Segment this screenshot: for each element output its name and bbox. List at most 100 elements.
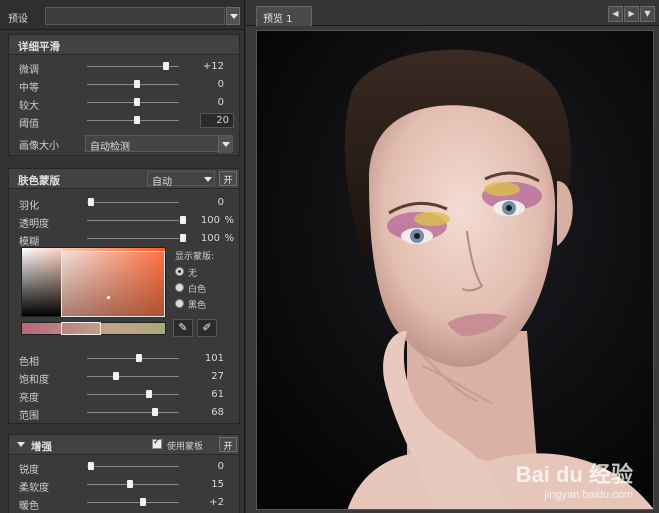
slider-track[interactable]	[87, 462, 179, 470]
radio-label: 黑色	[188, 301, 207, 311]
slider-label: 透明度	[19, 219, 49, 230]
color-picker-marker[interactable]	[107, 296, 110, 299]
threshold-input[interactable]: 20	[200, 113, 234, 128]
watermark-url: jingyan.baidu.com	[544, 489, 633, 501]
slider-track[interactable]	[87, 480, 179, 488]
scroll-left-icon[interactable]: ◀	[608, 6, 623, 22]
slider-label: 暖色	[19, 501, 39, 512]
slider-value: 27	[211, 371, 224, 382]
slider-row-medium: 中等 0	[19, 77, 234, 94]
slider-track[interactable]	[87, 198, 179, 206]
skin-mask-header: 肤色蒙版 自动 开	[9, 169, 239, 189]
detail-smoothing-section: 详细平滑 微调 +12 中等 0 较大 0 阈值 20 画像大小 自动检测	[8, 34, 240, 156]
slider-track[interactable]	[87, 390, 179, 398]
slider-label: 中等	[19, 83, 39, 94]
slider-row-threshold: 阈值 20	[19, 113, 234, 130]
slider-value: 101	[204, 353, 224, 364]
section-title: 详细平滑	[18, 41, 60, 53]
slider-label: 微调	[19, 65, 39, 76]
slider-track[interactable]	[87, 354, 179, 362]
slider-value: 100	[200, 215, 220, 226]
slider-value: 61	[211, 389, 224, 400]
slider-track[interactable]	[87, 80, 179, 88]
preset-bar: 预设	[0, 0, 244, 30]
use-mask-checkbox[interactable]	[152, 437, 162, 449]
slider-track[interactable]	[87, 216, 186, 224]
show-mask-label: 显示蒙版:	[175, 252, 215, 262]
scroll-right-icon[interactable]: ▶	[624, 6, 639, 22]
slider-value: 0	[217, 197, 224, 208]
slider-label: 锐度	[19, 465, 39, 476]
slider-track[interactable]	[87, 98, 179, 106]
radio-label: 白色	[188, 285, 207, 295]
preset-dropdown-arrow[interactable]	[226, 7, 240, 25]
slider-unit: %	[224, 233, 234, 244]
slider-row-sharpness: 锐度 0	[19, 459, 234, 476]
slider-row-blur: 模糊 100 %	[19, 231, 234, 248]
slider-row-feather: 羽化 0	[19, 195, 234, 212]
enhance-header: 增强 使用蒙板 开	[9, 435, 239, 455]
radio-button[interactable]	[175, 299, 184, 308]
slider-value: 100	[200, 233, 220, 244]
enhance-toggle-button[interactable]: 开	[219, 437, 237, 452]
skin-mask-mode-dropdown[interactable]: 自动	[147, 171, 215, 188]
slider-value: +12	[202, 61, 224, 72]
tab-menu-icon[interactable]: ▼	[640, 6, 655, 22]
slider-label: 饱和度	[19, 375, 49, 386]
eyedropper-icon[interactable]: ✎	[173, 319, 193, 337]
skin-mask-toggle-button[interactable]: 开	[219, 171, 237, 186]
slider-track[interactable]	[87, 408, 179, 416]
detail-smoothing-header: 详细平滑	[9, 35, 239, 55]
enhance-section: 增强 使用蒙板 开 锐度 0 柔软度 15 暖色 +2	[8, 434, 240, 513]
hue-range-selection[interactable]	[61, 322, 101, 335]
slider-label: 色相	[19, 357, 39, 368]
chevron-down-icon	[222, 142, 230, 147]
radio-button[interactable]	[175, 267, 184, 276]
preset-dropdown[interactable]	[45, 7, 225, 25]
slider-row-range: 范围 68	[19, 405, 234, 422]
slider-track[interactable]	[87, 116, 179, 124]
slider-row-brightness: 亮度 61	[19, 387, 234, 404]
slider-track[interactable]	[87, 234, 186, 242]
settings-panel: 预设 详细平滑 微调 +12 中等 0 较大 0 阈值 20 画像大小 自动检测…	[0, 0, 245, 513]
slider-label: 较大	[19, 101, 39, 112]
radio-button[interactable]	[175, 283, 184, 292]
eyedropper-add-icon[interactable]: ✐	[197, 319, 217, 337]
slider-row-saturation: 饱和度 27	[19, 369, 234, 386]
skin-mask-mode-value: 自动	[152, 177, 172, 188]
slider-value: 0	[217, 97, 224, 108]
slider-label: 模糊	[19, 237, 39, 248]
preset-label: 预设	[8, 14, 28, 25]
slider-track[interactable]	[87, 62, 179, 70]
dropdown-arrow[interactable]	[218, 136, 232, 153]
watermark-logo: Bai du 经验	[515, 462, 633, 487]
image-size-dropdown[interactable]: 自动检测	[85, 135, 233, 153]
slider-value: 15	[211, 479, 224, 490]
skin-mask-section: 肤色蒙版 自动 开 羽化 0 透明度 100 % 模糊 100 % 显示蒙版: …	[8, 168, 240, 424]
slider-label: 羽化	[19, 201, 39, 212]
slider-unit: %	[224, 215, 234, 226]
preview-panel: 预览 1 ◀ ▶ ▼ Bai du 经验 jingyan.baidu.com	[246, 0, 659, 513]
preview-tab-bar: 预览 1 ◀ ▶ ▼	[246, 0, 659, 26]
slider-value: 0	[217, 461, 224, 472]
tab-preview-1[interactable]: 预览 1	[256, 6, 312, 26]
slider-value: 0	[217, 79, 224, 90]
chevron-down-icon	[204, 177, 212, 182]
slider-track[interactable]	[87, 498, 179, 506]
slider-row-opacity: 透明度 100 %	[19, 213, 234, 230]
slider-row-hue: 色相 101	[19, 351, 234, 368]
chevron-down-icon	[230, 14, 238, 19]
image-size-label: 画像大小	[19, 141, 59, 152]
preview-canvas[interactable]: Bai du 经验 jingyan.baidu.com	[256, 30, 654, 510]
slider-label: 柔软度	[19, 483, 49, 494]
slider-track[interactable]	[87, 372, 179, 380]
collapse-arrow-icon[interactable]	[17, 442, 25, 447]
color-range-selection[interactable]	[61, 251, 165, 317]
use-mask-label: 使用蒙板	[167, 442, 204, 452]
image-size-value: 自动检测	[90, 142, 130, 153]
section-title: 肤色蒙版	[18, 175, 60, 187]
watermark: Bai du 经验 jingyan.baidu.com	[516, 457, 633, 501]
slider-row-large: 较大 0	[19, 95, 234, 112]
radio-label: 无	[188, 269, 198, 279]
portrait-photo	[257, 31, 653, 509]
